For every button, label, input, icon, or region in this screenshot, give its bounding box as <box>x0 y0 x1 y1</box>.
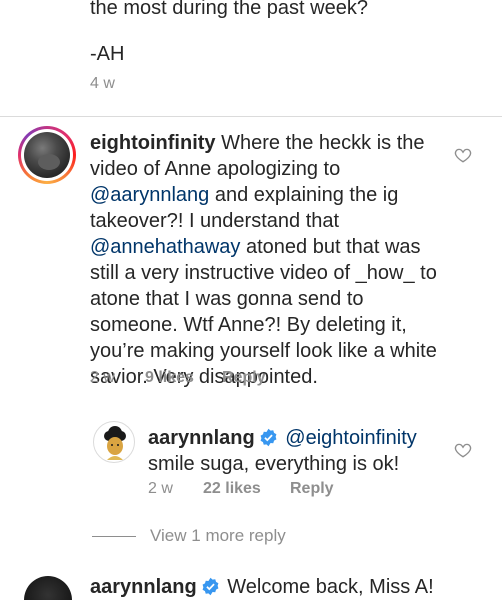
comment-time: 2 w <box>90 369 115 386</box>
mention-link[interactable]: @eightoinfinity <box>285 427 416 449</box>
reply-likes-count[interactable]: 22 likes <box>203 480 261 498</box>
bottom-username[interactable]: aarynnlang <box>90 576 197 598</box>
comment-text-part: atoned but that was still a very instruc… <box>90 236 437 388</box>
view-more-line <box>92 536 136 538</box>
avatar-aarynnlang[interactable] <box>93 421 135 463</box>
avatar-eightoinfinity[interactable] <box>18 126 76 184</box>
view-more-replies[interactable]: View 1 more reply <box>92 526 286 546</box>
comment-username[interactable]: eightoinfinity <box>90 132 216 154</box>
mention-link[interactable]: @annehathaway <box>90 236 240 258</box>
verified-badge-icon <box>202 577 219 596</box>
avatar-illustration <box>104 426 126 460</box>
reply-reply-button[interactable]: Reply <box>290 480 334 498</box>
reply-username[interactable]: aarynnlang <box>148 427 255 449</box>
view-more-label: View 1 more reply <box>150 526 286 545</box>
main-comment: eightoinfinity Where the heckk is the vi… <box>90 130 438 390</box>
divider <box>0 116 502 117</box>
reply-time: 2 w <box>148 480 173 497</box>
bottom-comment: aarynnlang Welcome back, Miss A! <box>90 574 434 600</box>
verified-badge-icon <box>260 428 277 447</box>
previous-comment-time: 4 w <box>90 75 115 92</box>
reply-comment: aarynnlang @eightoinfinity smile suga, ev… <box>148 425 438 477</box>
mention-link[interactable]: @aarynnlang <box>90 184 209 206</box>
reply-text-body: smile suga, everything is ok! <box>148 453 400 475</box>
like-heart-icon[interactable] <box>454 441 472 459</box>
likes-count[interactable]: 9 likes <box>145 369 194 387</box>
previous-comment-text: the most during the past week? <box>90 0 368 19</box>
reply-button[interactable]: Reply <box>222 369 266 387</box>
like-heart-icon[interactable] <box>454 146 472 164</box>
bottom-text: Welcome back, Miss A! <box>227 576 434 598</box>
avatar-photo <box>24 132 70 178</box>
previous-comment-signature: -AH <box>90 43 125 65</box>
avatar-aarynnlang-bottom[interactable] <box>24 576 72 600</box>
